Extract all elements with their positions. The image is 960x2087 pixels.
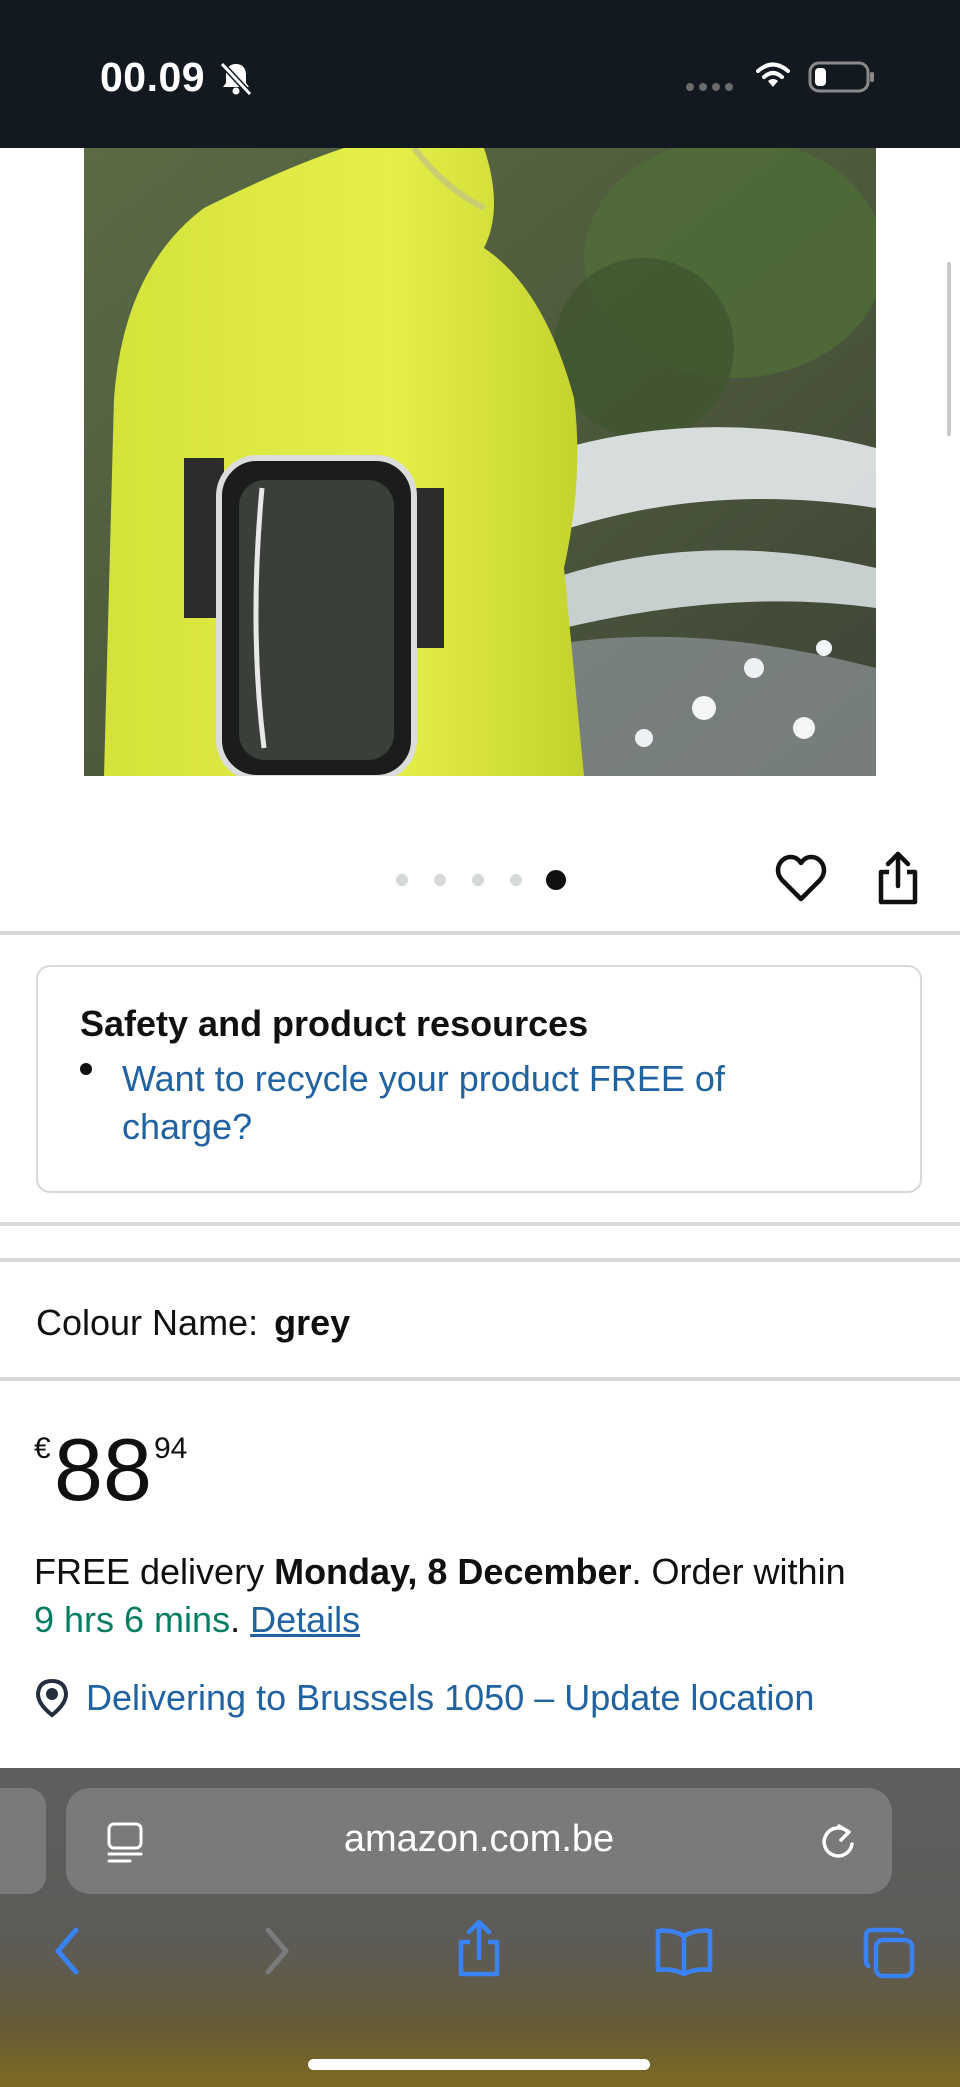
safety-resources-box: Safety and product resources Want to rec…: [36, 965, 922, 1193]
divider: [0, 931, 960, 935]
carousel-dot[interactable]: [434, 874, 446, 886]
location-text[interactable]: Delivering to Brussels 1050 – Update loc…: [86, 1676, 814, 1720]
colour-row: Colour Name: grey: [36, 1302, 350, 1344]
colour-value: grey: [274, 1302, 351, 1343]
heart-icon[interactable]: [774, 852, 828, 906]
product-image[interactable]: [84, 148, 876, 776]
previous-tab[interactable]: [0, 1788, 46, 1894]
forward-icon[interactable]: [262, 1926, 292, 1976]
back-icon[interactable]: [52, 1926, 82, 1976]
details-link[interactable]: Details: [250, 1599, 360, 1640]
status-bar: 00.09: [0, 0, 960, 148]
location-pin-icon: [35, 1678, 69, 1718]
address-bar[interactable]: amazon.com.be: [66, 1788, 892, 1894]
divider: [0, 1258, 960, 1262]
carousel-dot-active[interactable]: [546, 870, 566, 890]
bell-slash-icon: [219, 61, 253, 96]
bullet: [80, 1063, 92, 1075]
browser-chrome: amazon.com.be: [0, 1768, 960, 2087]
url-text[interactable]: amazon.com.be: [66, 1818, 892, 1861]
divider: [0, 1377, 960, 1381]
delivery-info: FREE delivery Monday, 8 December. Order …: [34, 1548, 924, 1644]
delivery-prefix: FREE delivery: [34, 1551, 275, 1592]
wifi-icon: [756, 62, 790, 87]
bookmarks-icon[interactable]: [654, 1926, 714, 1976]
delivery-sep: .: [230, 1599, 251, 1640]
carousel-dot[interactable]: [472, 874, 484, 886]
reload-icon[interactable]: [818, 1822, 858, 1862]
carousel-dot[interactable]: [510, 874, 522, 886]
scrollbar[interactable]: [947, 262, 951, 436]
colour-label: Colour Name:: [36, 1302, 259, 1343]
product-photo: [84, 148, 876, 776]
status-time: 00.09: [100, 54, 206, 100]
carousel-dot[interactable]: [396, 874, 408, 886]
tabs-icon[interactable]: [862, 1926, 916, 1980]
share-icon[interactable]: [456, 1918, 502, 1978]
price-currency: €: [34, 1432, 51, 1465]
delivery-date: Monday, 8 December: [274, 1551, 632, 1592]
share-icon[interactable]: [876, 850, 920, 906]
safety-title: Safety and product resources: [80, 1003, 589, 1044]
delivery-middle: . Order within: [631, 1551, 846, 1592]
recycle-link[interactable]: Want to recycle your product FREE of cha…: [122, 1055, 822, 1151]
price-whole: 88: [54, 1420, 152, 1519]
cellular-signal-icon: [686, 83, 733, 91]
divider: [0, 1222, 960, 1226]
delivery-countdown: 9 hrs 6 mins: [34, 1599, 231, 1640]
price-fraction: 94: [154, 1432, 188, 1465]
home-indicator[interactable]: [308, 2059, 650, 2070]
battery-icon: [808, 61, 874, 93]
